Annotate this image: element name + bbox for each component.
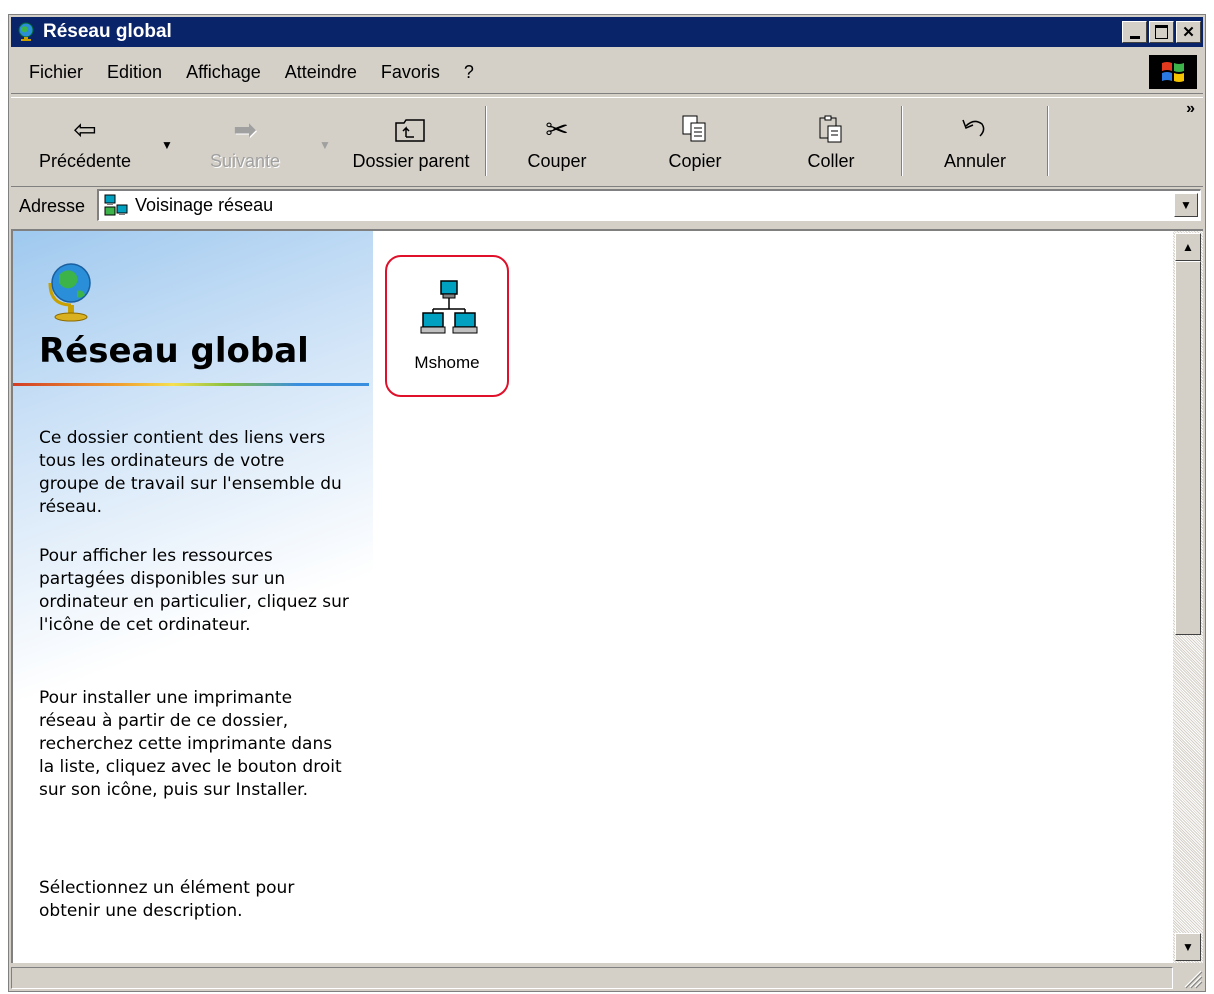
address-value: Voisinage réseau	[135, 195, 274, 215]
undo-icon	[960, 111, 990, 147]
description-paragraph: Pour afficher les ressources partagées d…	[39, 546, 349, 635]
back-dropdown-icon[interactable]: ▼	[161, 138, 173, 152]
vertical-scrollbar[interactable]: ▲ ▼	[1173, 231, 1203, 963]
back-button[interactable]: ⇦ Précédente	[25, 102, 145, 180]
description-paragraph: Ce dossier contient des liens vers tous …	[39, 428, 342, 517]
globe-icon	[48, 263, 91, 322]
toolbar-separator	[1047, 106, 1049, 176]
pane-title: Réseau global	[39, 331, 309, 371]
menu-edition[interactable]: Edition	[103, 62, 168, 83]
undo-button[interactable]: Annuler	[925, 102, 1025, 180]
menu-bar: Fichier Edition Affichage Atteindre Favo…	[11, 51, 1203, 94]
parent-folder-button[interactable]: Dossier parent	[341, 102, 481, 180]
scroll-up-button[interactable]: ▲	[1175, 233, 1201, 261]
chevron-down-icon: ▼	[1180, 198, 1192, 212]
paste-label: Coller	[807, 151, 855, 171]
title-divider	[13, 383, 369, 386]
menu-atteindre[interactable]: Atteindre	[281, 62, 363, 83]
copy-button[interactable]: Copier	[645, 102, 745, 180]
title-bar[interactable]: Réseau global ✕	[11, 17, 1203, 47]
chevron-down-icon: ▼	[1182, 940, 1194, 954]
toolbar: ⇦ Précédente ▼ ➡ Suivante ▼ Dossier pare…	[11, 97, 1203, 187]
network-neighborhood-icon	[104, 194, 128, 215]
toolbar-overflow-chevron-icon[interactable]: »	[1186, 100, 1195, 118]
address-dropdown-button[interactable]: ▼	[1174, 193, 1198, 217]
scroll-down-button[interactable]: ▼	[1175, 933, 1201, 961]
minimize-icon	[1129, 35, 1140, 39]
back-arrow-icon: ⇦	[73, 113, 97, 145]
minimize-button[interactable]	[1122, 21, 1147, 43]
copy-icon	[681, 111, 709, 147]
scissors-icon: ✂	[545, 113, 569, 145]
toolbar-separator	[485, 106, 487, 176]
parent-folder-label: Dossier parent	[352, 151, 470, 171]
workgroup-item-mshome[interactable]: Mshome	[385, 255, 509, 397]
resize-grip-icon[interactable]	[1181, 967, 1203, 989]
folder-content: Réseau global Ce dossier contient des li…	[11, 229, 1203, 963]
cut-button[interactable]: ✂ Couper	[507, 102, 607, 180]
paste-button[interactable]: Coller	[781, 102, 881, 180]
maximize-icon	[1155, 25, 1168, 39]
workgroup-network-icon	[420, 280, 478, 334]
description-paragraph: Sélectionnez un élément pour obtenir une…	[39, 878, 295, 921]
menu-help[interactable]: ?	[460, 62, 480, 83]
chevron-up-icon: ▲	[1182, 240, 1194, 254]
back-label: Précédente	[38, 151, 132, 171]
globe-icon	[18, 22, 34, 41]
status-panel	[11, 967, 1173, 989]
menu-affichage[interactable]: Affichage	[182, 62, 267, 83]
cut-label: Couper	[527, 151, 587, 171]
explorer-window: Réseau global ✕ Fichier Edition Affichag…	[8, 14, 1206, 992]
forward-arrow-icon: ➡	[233, 113, 257, 145]
workgroup-label: Mshome	[414, 353, 480, 372]
description-paragraph: Pour installer une imprimante réseau à p…	[39, 688, 342, 800]
web-view-pane: Réseau global Ce dossier contient des li…	[13, 231, 373, 963]
toolbar-separator	[901, 106, 903, 176]
window-title: Réseau global	[43, 21, 172, 42]
address-label: Adresse	[19, 195, 86, 216]
status-bar	[11, 967, 1203, 989]
forward-dropdown-icon[interactable]: ▼	[319, 138, 331, 152]
menu-fichier[interactable]: Fichier	[25, 62, 89, 83]
address-field[interactable]: Voisinage réseau ▼	[97, 189, 1201, 221]
address-bar: Adresse Voisinage réseau ▼	[11, 187, 1203, 225]
windows-logo-icon	[1149, 55, 1197, 89]
paste-icon	[817, 111, 845, 147]
maximize-button[interactable]	[1149, 21, 1174, 43]
copy-label: Copier	[668, 151, 722, 171]
folder-up-icon	[394, 111, 428, 147]
menu-favoris[interactable]: Favoris	[377, 62, 446, 83]
forward-label: Suivante	[209, 151, 281, 171]
scroll-thumb[interactable]	[1175, 261, 1201, 635]
close-button[interactable]: ✕	[1176, 21, 1201, 43]
forward-button[interactable]: ➡ Suivante	[195, 102, 295, 180]
close-icon: ✕	[1182, 24, 1195, 41]
undo-label: Annuler	[943, 151, 1007, 171]
